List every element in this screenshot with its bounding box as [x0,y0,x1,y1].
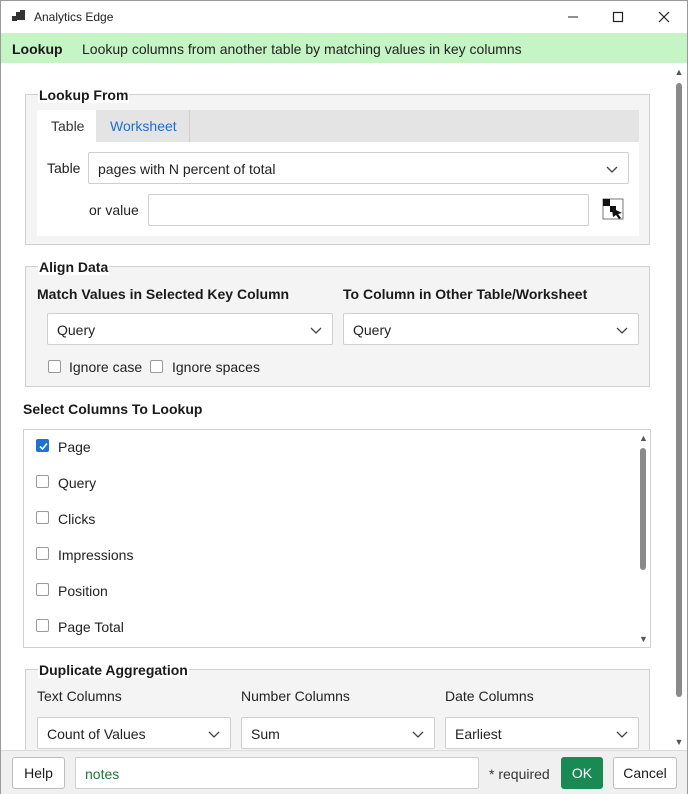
scroll-up-arrow-icon[interactable]: ▲ [674,67,684,77]
dialog-scroll-thumb[interactable] [676,83,682,697]
maximize-icon [612,11,624,23]
minimize-icon [568,16,578,18]
column-checkbox-clicks[interactable] [36,511,49,524]
column-label-page-total: Page Total [58,619,124,635]
function-banner: Lookup Lookup columns from another table… [1,33,687,63]
column-checkbox-page[interactable] [36,439,49,452]
column-checkbox-position[interactable] [36,583,49,596]
dialog-scrollbar[interactable]: ▲ ▼ [672,63,686,750]
chevron-down-icon [208,731,220,738]
table-select-value: pages with N percent of total [98,161,276,177]
columns-list-scroll-thumb[interactable] [640,448,646,570]
ignore-case-label: Ignore case [69,359,143,375]
date-columns-select[interactable]: Earliest [445,717,639,749]
column-label-position: Position [58,583,108,599]
number-columns-value: Sum [251,726,280,742]
date-columns-value: Earliest [455,726,502,742]
to-column-select[interactable]: Query [343,313,639,345]
match-column-value: Query [57,322,96,338]
dialog-window: Analytics Edge Lookup Lookup columns fro… [0,0,688,794]
required-note: * required [489,766,550,782]
match-column-label: Match Values in Selected Key Column [37,286,290,302]
align-data-title: Align Data [38,259,110,275]
date-columns-label: Date Columns [445,688,534,704]
chevron-down-icon [310,327,322,334]
maximize-button[interactable] [595,1,641,33]
bottom-bar: Help notes * required OK Cancel [1,750,687,794]
function-name: Lookup [12,41,63,57]
tab-worksheet[interactable]: Worksheet [96,110,190,142]
cancel-button[interactable]: Cancel [613,757,677,789]
help-button[interactable]: Help [12,757,65,789]
or-value-input[interactable] [148,194,589,226]
minimize-button[interactable] [550,1,596,33]
select-columns-title: Select Columns To Lookup [23,401,203,417]
chevron-down-icon [606,166,618,173]
column-label-page: Page [58,439,91,455]
title-bar: Analytics Edge [1,1,687,33]
function-description: Lookup columns from another table by mat… [82,41,522,57]
column-checkbox-query[interactable] [36,475,49,488]
table-select[interactable]: pages with N percent of total [88,152,629,184]
column-checkbox-impressions[interactable] [36,547,49,560]
chevron-down-icon [616,327,628,334]
tab-table[interactable]: Table [37,110,96,142]
scroll-down-arrow-icon[interactable]: ▼ [639,634,648,644]
ignore-case-checkbox[interactable] [48,360,61,373]
ignore-spaces-label: Ignore spaces [172,359,260,375]
match-column-select[interactable]: Query [47,313,333,345]
to-column-value: Query [353,322,392,338]
columns-list [23,429,651,648]
to-column-label: To Column in Other Table/Worksheet [343,286,588,302]
cell-picker-icon [602,198,624,220]
text-columns-select[interactable]: Count of Values [37,717,231,749]
text-columns-label: Text Columns [37,688,122,704]
column-label-query: Query [58,475,97,491]
ok-button[interactable]: OK [561,757,603,789]
app-logo-icon [12,10,25,21]
chevron-down-icon [412,731,424,738]
column-label-impressions: Impressions [58,547,134,563]
number-columns-label: Number Columns [241,688,350,704]
columns-list-scrollbar[interactable]: ▲ ▼ [637,430,650,647]
column-checkbox-page-total[interactable] [36,619,49,632]
text-columns-value: Count of Values [47,726,146,742]
chevron-down-icon [616,731,628,738]
lookup-source-tabs: Table Worksheet [37,110,639,142]
scroll-up-arrow-icon[interactable]: ▲ [639,433,648,443]
number-columns-select[interactable]: Sum [241,717,435,749]
notes-text: notes [85,766,120,782]
close-button[interactable] [641,1,687,33]
ignore-spaces-checkbox[interactable] [150,360,163,373]
duplicate-aggregation-title: Duplicate Aggregation [38,662,189,678]
close-icon [658,11,670,23]
window-title: Analytics Edge [34,10,114,24]
checkmark-icon [39,442,48,451]
lookup-from-title: Lookup From [38,87,130,103]
scroll-down-arrow-icon[interactable]: ▼ [674,737,684,747]
or-value-label: or value [89,202,139,218]
cell-picker-button[interactable] [602,198,624,220]
column-label-clicks: Clicks [58,511,96,527]
notes-input[interactable]: notes [75,757,479,789]
table-label: Table [47,160,81,176]
